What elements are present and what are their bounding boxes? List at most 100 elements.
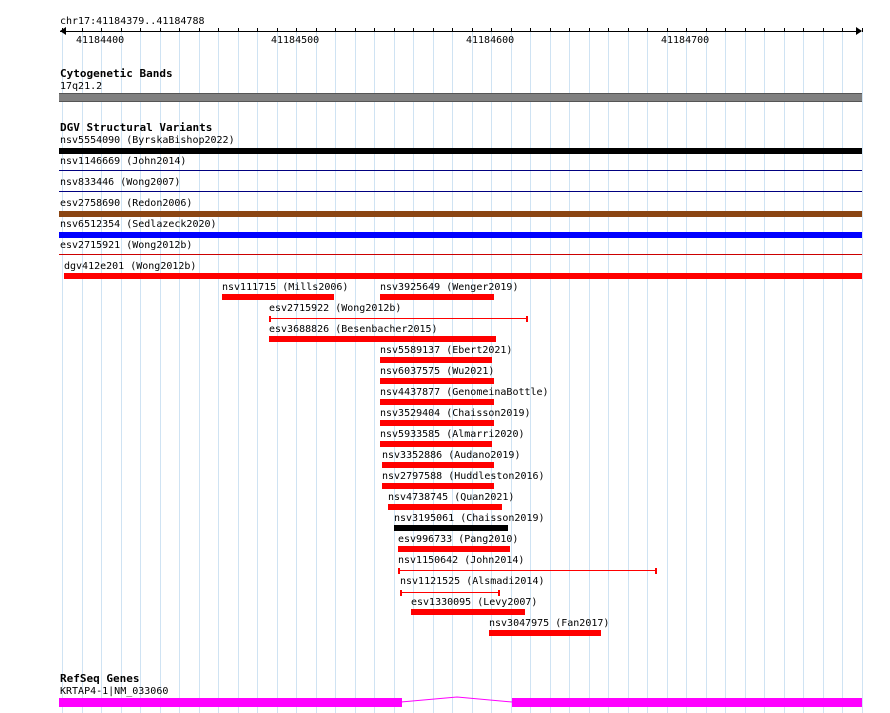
- variant-span-line[interactable]: [269, 318, 528, 319]
- variant-bar[interactable]: [380, 294, 494, 300]
- grid-line: [764, 30, 765, 713]
- grid-line: [589, 30, 590, 713]
- variant-label: nsv3529404 (Chaisson2019): [380, 408, 531, 419]
- variant-label: nsv4738745 (Quan2021): [388, 492, 515, 503]
- grid-line: [608, 30, 609, 713]
- variant-line[interactable]: [59, 170, 862, 171]
- variant-label: nsv2797588 (Huddleston2016): [382, 471, 545, 482]
- variant-span-cap: [269, 316, 271, 322]
- ruler-tick: [374, 28, 375, 32]
- variant-bar[interactable]: [59, 211, 862, 217]
- grid-line: [550, 30, 551, 713]
- ruler-tick: [550, 28, 551, 32]
- variant-bar[interactable]: [394, 525, 508, 531]
- variant-label: esv2715921 (Wong2012b): [60, 240, 193, 251]
- gene-exon-right[interactable]: [512, 698, 862, 707]
- variant-bar[interactable]: [64, 273, 862, 279]
- gene-exon-left[interactable]: [59, 698, 402, 707]
- grid-line: [803, 30, 804, 713]
- tick-label: 41184600: [466, 35, 515, 46]
- variant-bar[interactable]: [380, 399, 494, 405]
- variant-label: esv2758690 (Redon2006): [60, 198, 193, 209]
- grid-line: [667, 30, 668, 713]
- tick-label: 41184700: [661, 35, 710, 46]
- gene-label: KRTAP4-1|NM_033060: [60, 686, 169, 697]
- variant-bar[interactable]: [411, 609, 525, 615]
- ruler-tick: [413, 28, 414, 32]
- grid-line: [277, 30, 278, 713]
- ruler-tick: [745, 28, 746, 32]
- variant-line[interactable]: [59, 191, 862, 192]
- grid-line: [725, 30, 726, 713]
- ruler-tick: [589, 28, 590, 32]
- grid-line: [842, 30, 843, 713]
- ruler-tick: [160, 28, 161, 32]
- ruler-tick: [842, 28, 843, 32]
- variant-bar[interactable]: [269, 336, 496, 342]
- variant-bar[interactable]: [380, 357, 492, 363]
- grid-line: [706, 30, 707, 713]
- variant-bar[interactable]: [398, 546, 510, 552]
- ruler-tick: [608, 28, 609, 32]
- grid-line: [316, 30, 317, 713]
- variant-label: nsv3925649 (Wenger2019): [380, 282, 519, 293]
- variant-label: esv1330095 (Levy2007): [411, 597, 538, 608]
- cytoband-track-title[interactable]: Cytogenetic Bands: [60, 68, 173, 80]
- grid-line: [745, 30, 746, 713]
- dgv-track-title[interactable]: DGV Structural Variants: [60, 122, 212, 134]
- variant-span-line[interactable]: [398, 570, 657, 571]
- grid-line: [374, 30, 375, 713]
- grid-line: [257, 30, 258, 713]
- grid-line: [784, 30, 785, 713]
- ruler-tick: [218, 28, 219, 32]
- cytoband-bar[interactable]: [59, 93, 862, 102]
- grid-line: [862, 30, 863, 713]
- ruler-tick: [764, 28, 765, 32]
- variant-bar[interactable]: [380, 441, 492, 447]
- ruler-tick: [452, 28, 453, 32]
- variant-span-cap: [526, 316, 528, 322]
- variant-line[interactable]: [59, 254, 862, 255]
- ruler-tick: [101, 28, 102, 32]
- ruler-line: [60, 31, 861, 32]
- variant-label: nsv3352886 (Audano2019): [382, 450, 521, 461]
- ruler-tick: [511, 28, 512, 32]
- ruler-tick: [725, 28, 726, 32]
- variant-bar[interactable]: [489, 630, 601, 636]
- variant-bar[interactable]: [380, 378, 494, 384]
- variant-bar[interactable]: [222, 294, 334, 300]
- ruler-tick: [335, 28, 336, 32]
- grid-line: [238, 30, 239, 713]
- ruler-tick: [569, 28, 570, 32]
- variant-label: nsv5933585 (Almarri2020): [380, 429, 525, 440]
- variant-label: esv3688826 (Besenbacher2015): [269, 324, 438, 335]
- ruler-tick: [823, 28, 824, 32]
- grid-line: [823, 30, 824, 713]
- variant-label: nsv1150642 (John2014): [398, 555, 525, 566]
- cytoband-label: 17q21.2: [60, 81, 103, 92]
- genome-browser-view: chr17:41184379..41184788 41184400 411845…: [0, 0, 890, 713]
- ruler-tick: [238, 28, 239, 32]
- ruler-tick: [491, 28, 492, 32]
- ruler-tick: [667, 28, 668, 32]
- variant-label: dgv412e201 (Wong2012b): [64, 261, 197, 272]
- refseq-track-title[interactable]: RefSeq Genes: [60, 673, 139, 685]
- ruler-tick: [433, 28, 434, 32]
- variant-label: nsv4437877 (GenomeinaBottle): [380, 387, 549, 398]
- ruler-tick: [628, 28, 629, 32]
- variant-span-line[interactable]: [400, 592, 500, 593]
- variant-label: nsv111715 (Mills2006): [222, 282, 349, 293]
- variant-bar[interactable]: [388, 504, 502, 510]
- grid-line: [355, 30, 356, 713]
- variant-bar[interactable]: [59, 232, 862, 238]
- variant-bar[interactable]: [380, 420, 494, 426]
- variant-bar[interactable]: [382, 462, 494, 468]
- ruler-tick: [82, 28, 83, 32]
- variant-bar[interactable]: [59, 148, 862, 154]
- ruler-tick: [179, 28, 180, 32]
- ruler-tick: [140, 28, 141, 32]
- grid-line: [686, 30, 687, 713]
- variant-bar[interactable]: [382, 483, 494, 489]
- grid-line: [628, 30, 629, 713]
- variant-span-cap: [498, 590, 500, 596]
